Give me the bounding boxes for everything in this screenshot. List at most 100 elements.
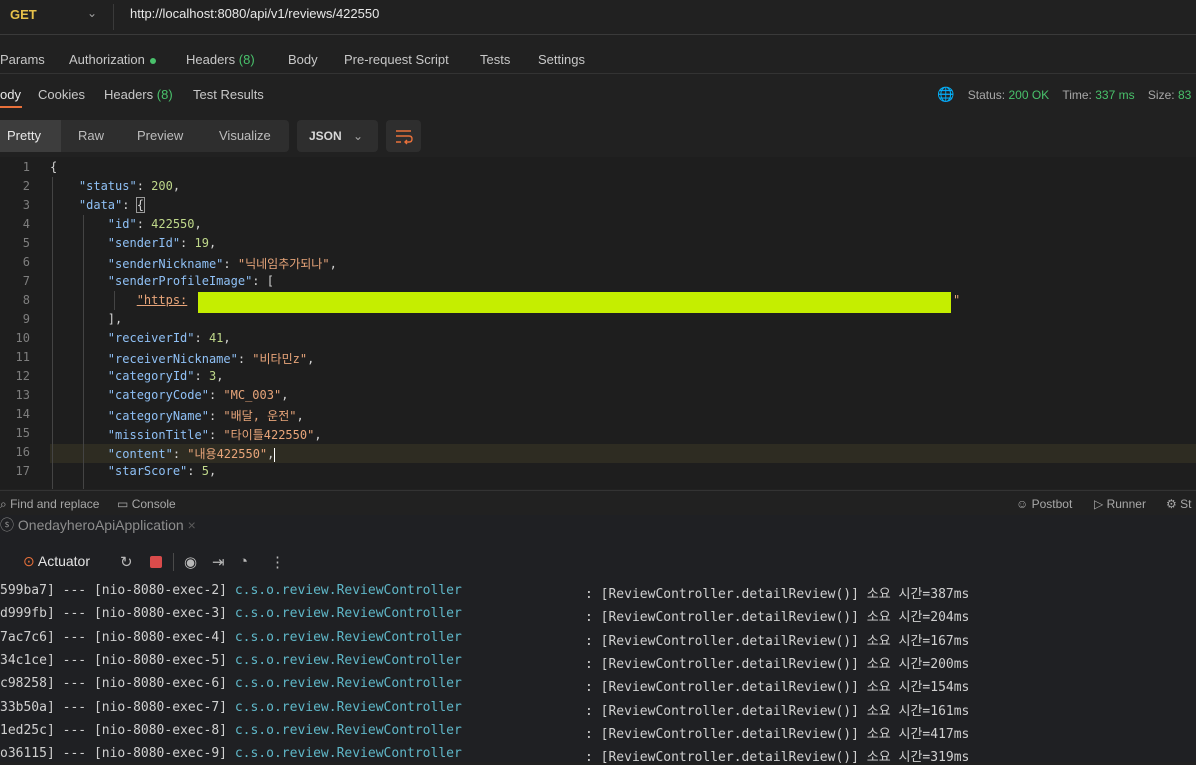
log-class-link[interactable]: c.s.o.review.ReviewController — [235, 723, 462, 738]
log-line: 7ac7c6] --- [nio-8080-exec-4] c.s.o.revi… — [0, 629, 462, 645]
runner-button[interactable]: ▷ Runner — [1094, 497, 1146, 511]
code-line: "senderNickname": "닉네임추가되나", — [107, 257, 337, 271]
postbot-label: Postbot — [1031, 497, 1073, 511]
status-label: Status: — [967, 88, 1006, 102]
globe-icon[interactable]: 🌐 — [937, 86, 954, 103]
tab-authorization[interactable]: Authorization — [69, 52, 156, 67]
size-label: Size: — [1147, 88, 1175, 102]
code-line: ], — [50, 312, 123, 326]
actuator-icon: ⊙ — [23, 553, 35, 569]
size-value[interactable]: 83 — [1178, 88, 1191, 102]
postbot-icon: ☺ — [1016, 497, 1029, 511]
log-class-link[interactable]: c.s.o.review.ReviewController — [235, 630, 462, 645]
pretty-button[interactable]: Pretty — [0, 120, 61, 152]
redaction-highlight — [198, 292, 951, 313]
line-number: 3 — [22, 198, 30, 212]
json-number: 422550 — [151, 217, 195, 231]
tab-params[interactable]: Params — [0, 52, 45, 67]
line-number: 14 — [15, 407, 30, 421]
json-key: "senderProfileImage" — [107, 274, 253, 288]
spring-icon: ⓢ — [0, 517, 14, 533]
line-number: 4 — [22, 217, 30, 231]
log-request-id: o36115] — [0, 746, 55, 762]
log-request-id: 34c1ce] — [0, 652, 55, 668]
log-message: : [ReviewController.detailReview()] 소요 시… — [585, 680, 970, 696]
log-line: o36115] --- [nio-8080-exec-9] c.s.o.revi… — [0, 746, 462, 762]
log-line: 1ed25c] --- [nio-8080-exec-8] c.s.o.revi… — [0, 722, 462, 738]
exit-icon[interactable]: ⇥ — [212, 553, 225, 571]
log-class-link[interactable]: c.s.o.review.ReviewController — [235, 676, 462, 691]
code-line: "https: — [50, 293, 188, 307]
line-number: 13 — [15, 388, 30, 402]
url-divider — [113, 4, 114, 30]
tab-test-results[interactable]: Test Results — [193, 87, 264, 102]
log-message: : [ReviewController.detailReview()] 소요 시… — [585, 726, 970, 742]
log-class-link[interactable]: c.s.o.review.ReviewController — [235, 653, 462, 668]
preview-button[interactable]: Preview — [137, 120, 183, 152]
more-footer-button[interactable]: ⚙ St — [1166, 497, 1191, 511]
json-string: " — [953, 293, 961, 307]
log-message: : [ReviewController.detailReview()] 소요 시… — [585, 656, 970, 672]
format-select[interactable]: JSON ⌄ — [297, 120, 378, 152]
stop-icon[interactable] — [150, 556, 162, 568]
status-value[interactable]: 200 OK — [1008, 88, 1049, 102]
log-class-link[interactable]: c.s.o.review.ReviewController — [235, 700, 462, 715]
method-select[interactable]: GET — [10, 7, 37, 22]
log-class-link[interactable]: c.s.o.review.ReviewController — [235, 606, 462, 621]
response-editor[interactable]: 1 2 3 4 5 6 7 8 9 10 11 12 13 14 15 16 17 { "status": 20… — [0, 157, 1196, 489]
tab-response-headers[interactable]: Headers (8) — [104, 87, 173, 102]
tab-body[interactable]: Body — [288, 52, 318, 67]
tab-response-headers-label: Headers — [104, 87, 154, 102]
log-class-link[interactable]: c.s.o.review.ReviewController — [235, 746, 462, 761]
tab-settings[interactable]: Settings — [538, 52, 585, 67]
log-class-link[interactable]: c.s.o.review.ReviewController — [235, 583, 462, 598]
rerun-icon[interactable]: ↻ — [120, 553, 133, 571]
camera-icon[interactable]: ◉ — [184, 553, 197, 571]
tab-headers[interactable]: Headers (8) — [186, 52, 255, 67]
wrap-lines-button[interactable] — [386, 120, 421, 152]
code-line: "senderProfileImage": [ — [107, 274, 274, 288]
log-thread: [nio-8080-exec-3] — [93, 606, 227, 622]
url-input[interactable]: http://localhost:8080/api/v1/reviews/422… — [130, 6, 379, 21]
console-button[interactable]: ▭ Console — [117, 497, 176, 511]
json-number: 19 — [194, 236, 209, 250]
actuator-tab[interactable]: ⊙ Actuator — [23, 553, 90, 570]
tab-tests[interactable]: Tests — [480, 52, 510, 67]
json-key: "senderId" — [107, 236, 181, 250]
line-number: 1 — [22, 160, 30, 174]
log-thread: [nio-8080-exec-5] — [93, 652, 227, 668]
visualize-button[interactable]: Visualize — [219, 120, 271, 152]
code-line: "content": "내용422550", — [107, 447, 276, 462]
json-key: "content" — [107, 447, 173, 461]
json-key: "id" — [107, 217, 137, 231]
find-replace-button[interactable]: ⌕ Find and replace — [0, 497, 99, 512]
raw-button[interactable]: Raw — [78, 120, 104, 152]
time-value[interactable]: 337 ms — [1095, 88, 1134, 102]
line-number: 10 — [15, 331, 30, 345]
time-label: Time: — [1062, 88, 1092, 102]
tab-response-body[interactable]: ody — [0, 87, 21, 102]
json-key: "receiverId" — [107, 331, 195, 345]
json-key: "missionTitle" — [107, 428, 209, 442]
log-request-id: 33b50a] — [0, 699, 55, 715]
run-tab-label: OnedayheroApiApplication — [17, 517, 184, 533]
close-icon[interactable]: × — [188, 517, 196, 533]
json-link[interactable]: "https: — [137, 293, 188, 307]
tab-cookies[interactable]: Cookies — [38, 87, 85, 102]
code-line: "receiverNickname": "비타민z", — [107, 352, 315, 366]
tab-pre-request-script[interactable]: Pre-request Script — [344, 52, 449, 67]
run-tab[interactable]: ⓢ OnedayheroApiApplication × — [0, 515, 196, 535]
log-line: 34c1ce] --- [nio-8080-exec-5] c.s.o.revi… — [0, 652, 462, 668]
runner-icon: ▷ — [1094, 497, 1104, 511]
headers-count: (8) — [238, 52, 255, 67]
more-options-icon[interactable]: ⋮ — [270, 553, 285, 571]
actuator-label: Actuator — [37, 553, 90, 569]
console-label: Console — [131, 497, 176, 511]
chevron-down-icon[interactable]: ⌄ — [87, 6, 97, 20]
log-request-id: 1ed25c] — [0, 722, 55, 738]
profiler-icon[interactable]: ◔ — [239, 553, 248, 570]
code-line: "receiverId": 41, — [107, 331, 231, 345]
code-line: "categoryCode": "MC_003", — [107, 388, 289, 402]
postbot-button[interactable]: ☺ Postbot — [1016, 497, 1072, 511]
log-line: 33b50a] --- [nio-8080-exec-7] c.s.o.revi… — [0, 699, 462, 715]
